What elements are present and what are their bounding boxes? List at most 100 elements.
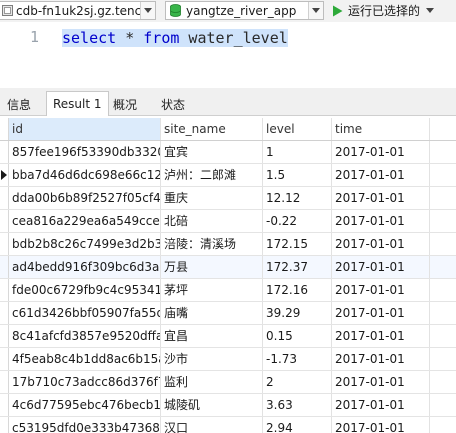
run-selected-button[interactable]: 运行已选择的 [332, 1, 435, 20]
cell-id[interactable]: bdb2b8c26c7499e3d2b3f [9, 233, 161, 255]
cell-site-name[interactable]: 宜宾 [161, 141, 263, 163]
cell-id[interactable]: 17b710c73adcc86d376f79 [9, 371, 161, 393]
cell-id[interactable]: c61d3426bbf05907fa55d6 [9, 302, 161, 324]
cell-id[interactable]: 8c41afcfd3857e9520dffa0 [9, 325, 161, 347]
cell-site-name[interactable]: 沙市 [161, 348, 263, 370]
row-gutter[interactable] [0, 210, 9, 232]
cell-id[interactable]: 857fee196f53390db33206 [9, 141, 161, 163]
connection-icon [2, 5, 13, 16]
cell-level[interactable]: 1.5 [263, 164, 332, 186]
cell-id[interactable]: bba7d46d6dc698e66c12f [9, 164, 161, 186]
cell-site-name[interactable]: 城陵矶 [161, 394, 263, 416]
cell-time[interactable]: 2017-01-01 [332, 187, 430, 209]
table-row[interactable]: bdb2b8c26c7499e3d2b3f 涪陵：清溪场 172.15 2017… [0, 233, 456, 256]
cell-time[interactable]: 2017-01-01 [332, 302, 430, 324]
row-gutter[interactable] [0, 233, 9, 255]
cell-level[interactable]: 2 [263, 371, 332, 393]
row-gutter[interactable] [0, 279, 9, 301]
cell-site-name[interactable]: 汉口 [161, 417, 263, 433]
table-row[interactable]: dda00b6b89f2527f05cf48 重庆 12.12 2017-01-… [0, 187, 456, 210]
table-row[interactable]: bba7d46d6dc698e66c12f 泸州：二郎滩 1.5 2017-01… [0, 164, 456, 187]
cell-time[interactable]: 2017-01-01 [332, 371, 430, 393]
table-row[interactable]: 8c41afcfd3857e9520dffa0 宜昌 0.15 2017-01-… [0, 325, 456, 348]
cell-site-name[interactable]: 万县 [161, 256, 263, 278]
chevron-down-icon[interactable] [308, 2, 323, 19]
cell-level[interactable]: -0.22 [263, 210, 332, 232]
cell-level[interactable]: 39.29 [263, 302, 332, 324]
column-header-time[interactable]: time [332, 118, 430, 140]
cell-level[interactable]: 12.12 [263, 187, 332, 209]
cell-site-name[interactable]: 庙嘴 [161, 302, 263, 324]
cell-level[interactable]: -1.73 [263, 348, 332, 370]
column-header-level[interactable]: level [263, 118, 332, 140]
cell-site-name[interactable]: 泸州：二郎滩 [161, 164, 263, 186]
cell-level[interactable]: 172.16 [263, 279, 332, 301]
row-gutter[interactable] [0, 348, 9, 370]
sql-editor[interactable]: 1 select * from water_level [0, 22, 456, 88]
cell-id[interactable]: cea816a229ea6a549ccea5 [9, 210, 161, 232]
cell-time[interactable]: 2017-01-01 [332, 141, 430, 163]
cell-time[interactable]: 2017-01-01 [332, 348, 430, 370]
cell-site-name[interactable]: 茅坪 [161, 279, 263, 301]
row-gutter[interactable] [0, 394, 9, 416]
table-row[interactable]: 17b710c73adcc86d376f79 监利 2 2017-01-01 [0, 371, 456, 394]
connection-select[interactable]: cdb-fn1uk2sj.gz.tenc [0, 1, 156, 20]
cell-level[interactable]: 2.94 [263, 417, 332, 433]
cell-time[interactable]: 2017-01-01 [332, 279, 430, 301]
table-row[interactable]: cea816a229ea6a549ccea5 北碚 -0.22 2017-01-… [0, 210, 456, 233]
cell-site-name[interactable]: 监利 [161, 371, 263, 393]
cell-level[interactable]: 0.15 [263, 325, 332, 347]
row-gutter[interactable] [0, 371, 9, 393]
cell-site-name[interactable]: 涪陵：清溪场 [161, 233, 263, 255]
cell-site-name[interactable]: 重庆 [161, 187, 263, 209]
tab-status[interactable]: 状态 [154, 93, 192, 115]
cell-time[interactable]: 2017-01-01 [332, 394, 430, 416]
table-row[interactable]: 857fee196f53390db33206 宜宾 1 2017-01-01 [0, 141, 456, 164]
cell-site-name[interactable]: 宜昌 [161, 325, 263, 347]
cell-id[interactable]: dda00b6b89f2527f05cf48 [9, 187, 161, 209]
cell-time[interactable]: 2017-01-01 [332, 256, 430, 278]
cell-site-name[interactable]: 北碚 [161, 210, 263, 232]
cell-level[interactable]: 1 [263, 141, 332, 163]
cell-level[interactable]: 3.63 [263, 394, 332, 416]
sql-text[interactable]: select * from water_level [62, 28, 288, 49]
cell-time[interactable]: 2017-01-01 [332, 325, 430, 347]
table-row[interactable]: 4c6d77595ebc476becb11 城陵矶 3.63 2017-01-0… [0, 394, 456, 417]
chevron-down-icon[interactable] [140, 2, 155, 19]
column-header-id[interactable]: id [9, 118, 161, 140]
cell-id[interactable]: fde00c6729fb9c4c953418 [9, 279, 161, 301]
chevron-down-icon[interactable] [426, 8, 435, 13]
row-gutter[interactable] [0, 417, 9, 433]
run-play-icon [333, 5, 343, 16]
cell-level[interactable]: 172.37 [263, 256, 332, 278]
cell-time[interactable]: 2017-01-01 [332, 417, 430, 433]
row-gutter[interactable] [0, 187, 9, 209]
table-row[interactable]: c53195dfd0e333b473687 汉口 2.94 2017-01-01 [0, 417, 456, 433]
cell-id[interactable]: ad4bedd916f309bc6d3a9 [9, 256, 161, 278]
cell-id[interactable]: 4f5eab8c4b1dd8ac6b15a [9, 348, 161, 370]
row-gutter[interactable] [0, 256, 9, 278]
cell-id[interactable]: 4c6d77595ebc476becb11 [9, 394, 161, 416]
cell-time[interactable]: 2017-01-01 [332, 210, 430, 232]
table-row[interactable]: ad4bedd916f309bc6d3a9 万县 172.37 2017-01-… [0, 256, 456, 279]
line-number: 1 [30, 28, 40, 46]
tab-result-1[interactable]: Result 1 [46, 91, 109, 116]
row-gutter[interactable] [0, 164, 9, 186]
column-header-site-name[interactable]: site_name [161, 118, 263, 140]
result-grid[interactable]: id site_name level time 857fee196f53390d… [0, 116, 456, 433]
cell-time[interactable]: 2017-01-01 [332, 233, 430, 255]
cell-id[interactable]: c53195dfd0e333b473687 [9, 417, 161, 433]
table-row[interactable]: fde00c6729fb9c4c953418 茅坪 172.16 2017-01… [0, 279, 456, 302]
cell-level[interactable]: 172.15 [263, 233, 332, 255]
run-selected-label: 运行已选择的 [348, 4, 421, 18]
table-row[interactable]: 4f5eab8c4b1dd8ac6b15a 沙市 -1.73 2017-01-0… [0, 348, 456, 371]
current-row-marker-icon [1, 170, 7, 180]
tab-info[interactable]: 信息 [0, 93, 38, 115]
row-gutter[interactable] [0, 325, 9, 347]
row-gutter[interactable] [0, 302, 9, 324]
tab-overview[interactable]: 概况 [106, 93, 144, 115]
row-gutter[interactable] [0, 141, 9, 163]
database-select[interactable]: yangtze_river_app [165, 1, 324, 20]
cell-time[interactable]: 2017-01-01 [332, 164, 430, 186]
table-row[interactable]: c61d3426bbf05907fa55d6 庙嘴 39.29 2017-01-… [0, 302, 456, 325]
